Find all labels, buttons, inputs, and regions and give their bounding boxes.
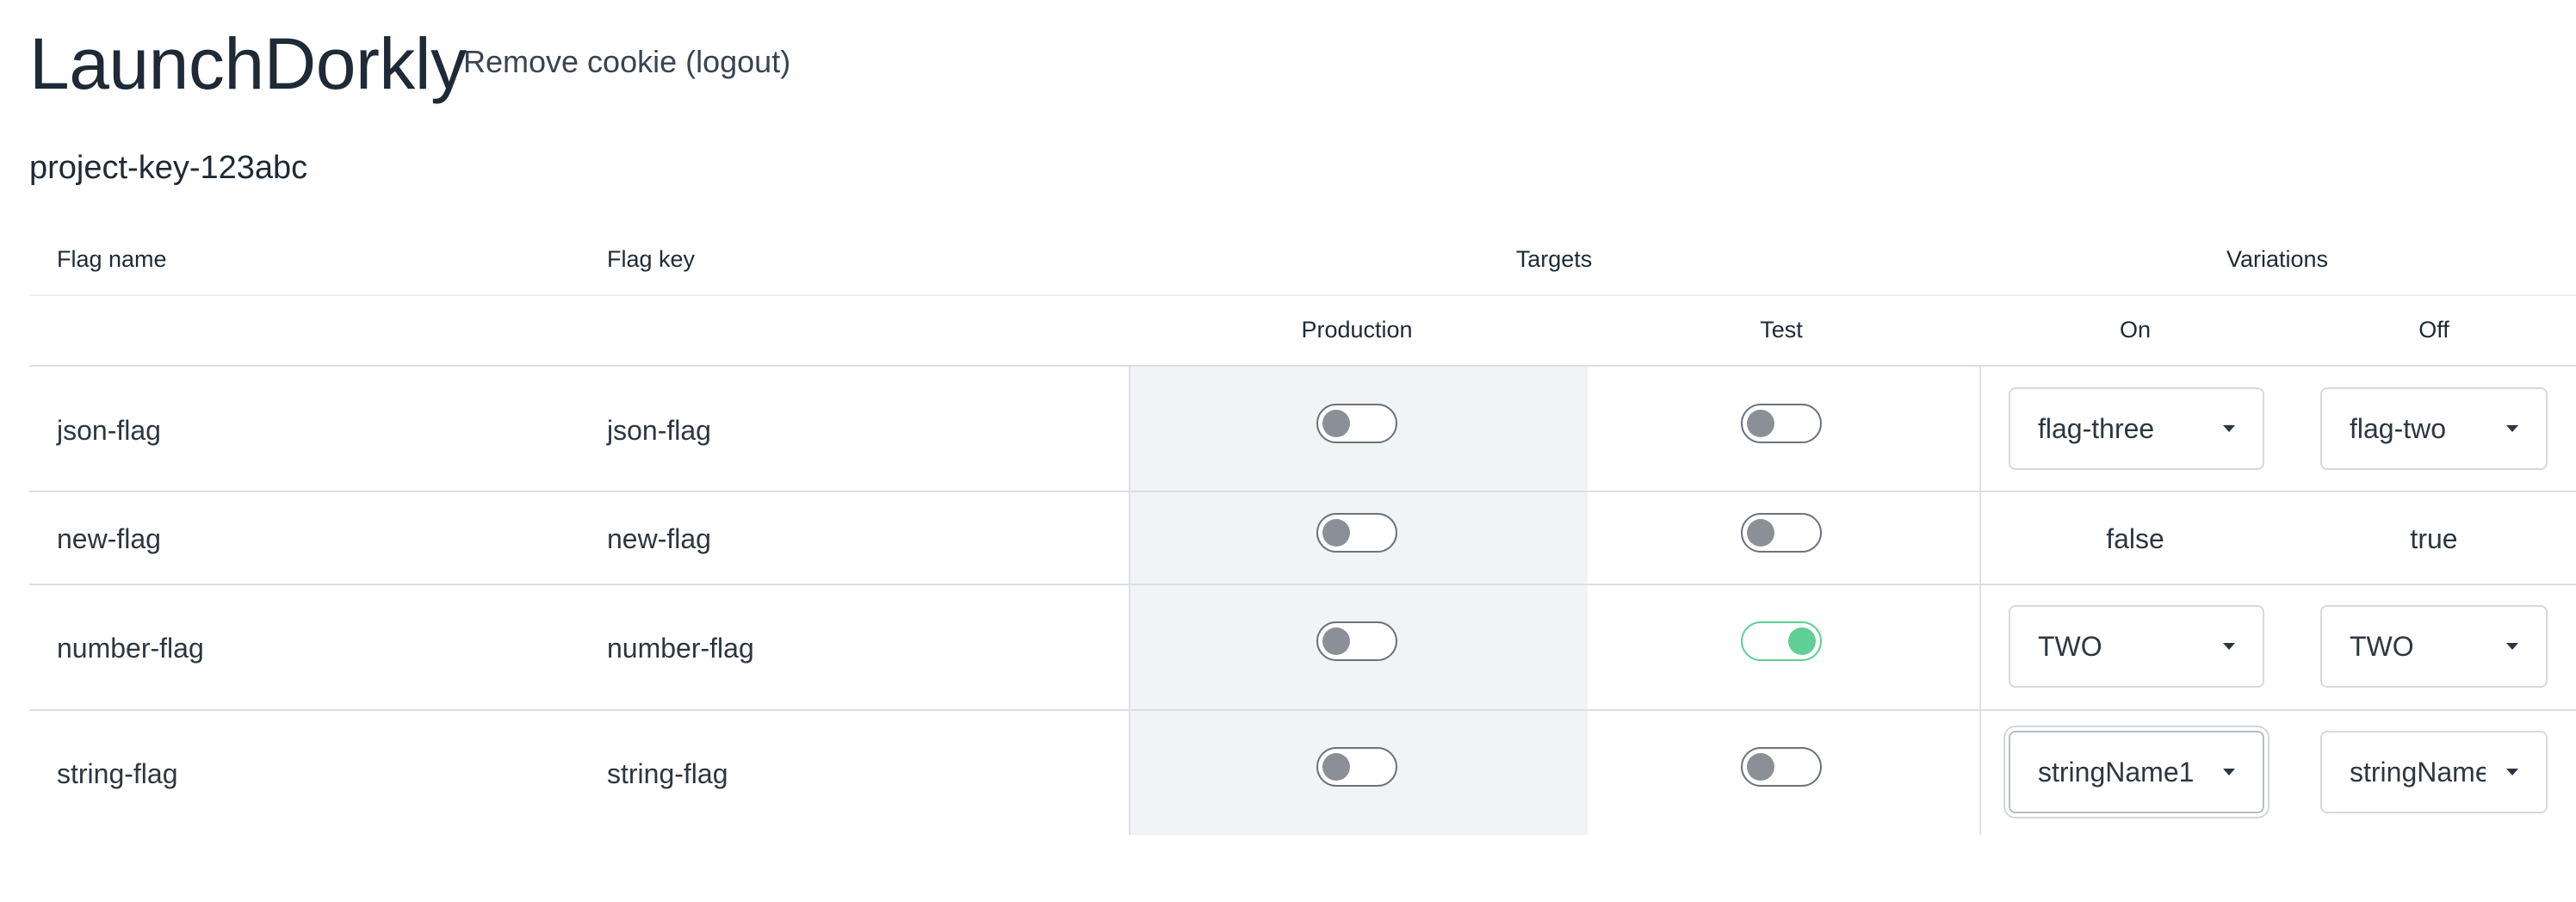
on-variation-value: flag-three (2038, 413, 2155, 444)
flag-key-cell: json-flag (607, 415, 711, 446)
test-toggle[interactable] (1741, 404, 1822, 443)
production-toggle[interactable] (1316, 513, 1397, 553)
column-divider (1129, 367, 1130, 835)
toggle-knob (1747, 753, 1774, 781)
flag-key-cell: number-flag (607, 633, 754, 664)
row-divider (29, 491, 2576, 492)
on-variation-select[interactable]: TWO (2009, 605, 2264, 688)
header-off: Off (2418, 317, 2449, 343)
off-variation-value: TWO (2350, 631, 2414, 662)
caret-down-icon (2506, 425, 2518, 432)
flag-key-cell: new-flag (607, 523, 711, 554)
flag-name-cell: string-flag (57, 758, 178, 789)
caret-down-icon (2506, 769, 2518, 775)
production-toggle[interactable] (1316, 404, 1397, 443)
logout-link[interactable]: Remove cookie (logout) (463, 43, 790, 81)
row-divider (29, 709, 2576, 711)
on-variation-value: TWO (2038, 631, 2102, 662)
header-targets: Targets (1515, 246, 1593, 272)
off-variation-select[interactable]: stringName (2320, 731, 2548, 813)
header-production: Production (1301, 317, 1413, 343)
flag-name-cell: number-flag (57, 633, 204, 664)
flag-key-cell: string-flag (607, 758, 728, 789)
toggle-knob (1747, 519, 1774, 547)
app-title: LaunchDorkly (29, 23, 467, 104)
header-divider (29, 294, 2576, 296)
production-toggle[interactable] (1316, 621, 1397, 661)
column-divider (1979, 367, 1981, 835)
caret-down-icon (2506, 643, 2518, 650)
toggle-knob (1322, 753, 1350, 781)
on-variation-value: stringName1 (2038, 757, 2195, 788)
toggle-knob (1322, 410, 1350, 437)
test-toggle[interactable] (1741, 513, 1822, 553)
header-flag-key: Flag key (607, 246, 696, 272)
on-variation-select[interactable]: stringName1 (2009, 731, 2264, 813)
header-flag-name: Flag name (57, 246, 167, 272)
off-variation-value: stringName (2350, 757, 2491, 788)
launchdorkly-page: LaunchDorkly Remove cookie (logout) proj… (0, 0, 2576, 902)
caret-down-icon (2223, 769, 2235, 775)
toggle-knob (1322, 519, 1350, 547)
header-variations: Variations (2226, 246, 2329, 272)
flag-name-cell: json-flag (57, 415, 161, 446)
off-variation-value: flag-two (2350, 413, 2447, 444)
flags-table: Flag name Flag key Targets Variations Pr… (29, 226, 2576, 835)
project-key-heading: project-key-123abc (29, 150, 308, 186)
on-variation-select[interactable]: flag-three (2009, 387, 2264, 470)
header-test: Test (1760, 317, 1803, 343)
header-on: On (2119, 317, 2152, 343)
off-variation-select[interactable]: TWO (2320, 605, 2548, 688)
test-toggle[interactable] (1741, 747, 1822, 787)
header-bottom-divider (29, 365, 2576, 367)
caret-down-icon (2223, 425, 2235, 432)
toggle-knob (1747, 410, 1774, 437)
test-toggle[interactable] (1741, 621, 1822, 661)
caret-down-icon (2223, 643, 2235, 650)
toggle-knob (1788, 627, 1816, 655)
production-toggle[interactable] (1316, 747, 1397, 787)
toggle-knob (1322, 627, 1350, 655)
on-variation-value: false (2106, 523, 2164, 554)
flag-name-cell: new-flag (57, 523, 161, 554)
row-divider (29, 584, 2576, 585)
off-variation-value: true (2410, 523, 2458, 554)
off-variation-select[interactable]: flag-two (2320, 387, 2548, 470)
